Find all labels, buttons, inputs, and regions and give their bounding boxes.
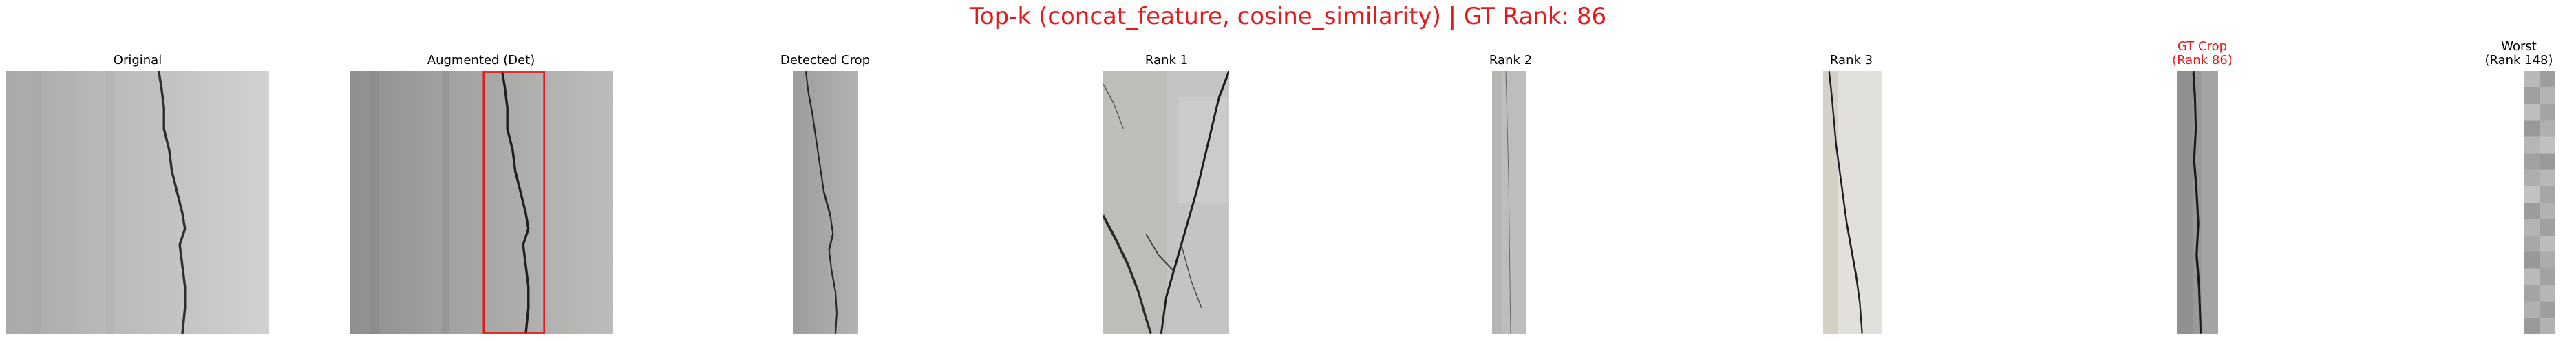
panel-title-rank-1: Rank 1	[1145, 53, 1189, 68]
panel-title-gt-crop-line1: GT Crop	[2177, 39, 2228, 54]
panel-title-rank-3: Rank 3	[1829, 53, 1873, 68]
panel-title-augmented: Augmented (Det)	[427, 53, 535, 68]
detected-crop-image	[793, 71, 858, 334]
worst-image	[2524, 71, 2555, 334]
panel-title-detected-crop: Detected Crop	[780, 53, 871, 68]
augmented-image	[350, 71, 613, 334]
rank-3-image	[1823, 71, 1882, 334]
panel-title-original: Original	[113, 53, 162, 68]
original-image	[6, 71, 269, 334]
gt-crop-image	[2177, 71, 2218, 334]
panel-title-rank-2: Rank 2	[1489, 53, 1533, 68]
panel-title-worst-line2: (Rank 148)	[2484, 53, 2553, 68]
panel-title-worst-line1: Worst	[2501, 39, 2537, 54]
rank-2-image	[1492, 71, 1526, 334]
rank-1-image	[1103, 71, 1229, 334]
figure-title: Top-k (concat_feature, cosine_similarity…	[969, 3, 1607, 30]
panel-title-gt-crop-line2: (Rank 86)	[2172, 53, 2233, 68]
